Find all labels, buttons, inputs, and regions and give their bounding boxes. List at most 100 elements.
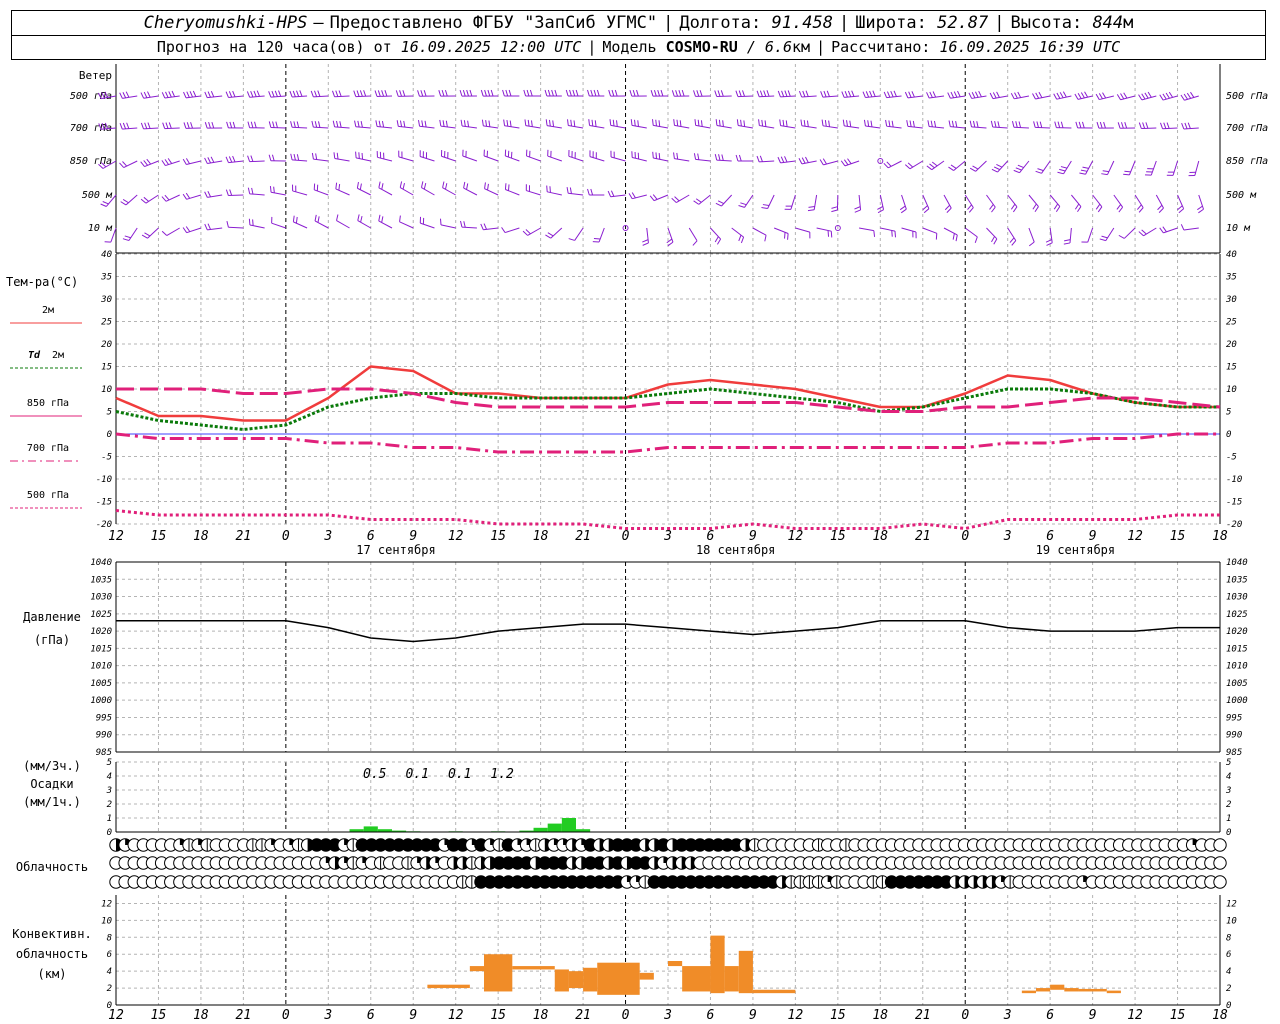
wind-barb-feather <box>122 161 128 167</box>
wind-barb-feather <box>1102 170 1109 173</box>
wind-barb-feather <box>250 155 254 162</box>
wind-barb-feather <box>247 155 251 162</box>
wind-barb-icon <box>986 227 998 240</box>
wind-barb-feather <box>955 234 958 242</box>
wind-barb-feather <box>950 164 957 169</box>
wind-barb-feather <box>161 196 167 202</box>
wind-barb-icon <box>752 227 767 236</box>
wind-barb-icon <box>598 227 605 243</box>
wind-barb-icon <box>790 194 796 210</box>
wind-barb-feather <box>190 122 194 129</box>
wind-barb-feather <box>1197 205 1203 211</box>
wind-barb-feather <box>185 158 190 165</box>
wind-barb-icon <box>1183 227 1199 231</box>
wind-barb-feather <box>124 235 131 239</box>
wind-barb-feather <box>784 232 786 239</box>
wind-barb-feather <box>357 120 360 128</box>
wind-barb-icon <box>1013 126 1029 129</box>
wind-barb-feather <box>185 226 191 232</box>
wind-barb-feather <box>356 90 360 97</box>
wind-barb-feather <box>718 119 721 127</box>
wind-barb-feather <box>847 158 852 165</box>
wind-barb-icon <box>249 193 265 196</box>
wind-barbs <box>97 89 1204 247</box>
wind-barb-feather <box>849 120 852 127</box>
wind-barb-icon <box>1070 194 1082 207</box>
wind-barb-feather <box>356 181 359 189</box>
wind-barb-feather <box>697 119 700 127</box>
wind-barb-feather <box>675 90 679 97</box>
wind-barb-icon <box>610 194 626 198</box>
wind-barb-feather <box>378 181 381 188</box>
wind-barb-feather <box>1015 167 1022 171</box>
wind-barb-icon <box>801 95 817 98</box>
pressure-tick-label-right: 1020 <box>1226 627 1248 637</box>
wind-barb-icon <box>975 160 987 172</box>
wind-barb-icon <box>813 194 818 210</box>
wind-barb-feather <box>273 186 275 193</box>
wind-barb-icon <box>483 125 499 129</box>
wind-barb-icon <box>653 124 669 129</box>
convective-tick-label: 6 <box>107 950 112 960</box>
wind-barb-icon <box>357 220 372 229</box>
time-tick-label-bottom: 15 <box>151 1008 167 1023</box>
wind-barb-feather <box>870 120 873 127</box>
wind-barb-feather <box>1077 206 1082 213</box>
precip-3h-label: 1.2 <box>490 767 514 782</box>
convective-tick-label: 12 <box>101 899 112 909</box>
wind-barb-feather <box>161 160 166 166</box>
wind-barb-feather <box>247 121 251 128</box>
wind-barb-icon <box>721 194 733 207</box>
wind-barb-feather <box>1124 170 1131 173</box>
pressure-tick-label: 990 <box>96 731 112 741</box>
precip-tick-label: 2 <box>107 800 112 810</box>
wind-barb-icon <box>1194 160 1200 176</box>
wind-barb-feather <box>1054 121 1057 128</box>
wind-barb-icon <box>780 95 796 98</box>
wind-barb-icon <box>1172 160 1179 176</box>
wind-barb-feather <box>764 235 767 242</box>
wind-barb-feather <box>762 204 770 207</box>
wind-barb-feather <box>208 121 211 129</box>
wind-barb-icon <box>795 227 810 233</box>
wind-barb-icon <box>1092 194 1103 208</box>
wind-barb-icon <box>228 95 244 98</box>
temp-tick-label: -15 <box>96 498 112 508</box>
wind-barb-feather <box>523 89 527 97</box>
convective-cloud-bar <box>484 954 513 992</box>
wind-barb-feather <box>225 91 229 98</box>
wind-barb-feather <box>587 89 590 97</box>
pressure-tick-label: 1015 <box>90 644 112 654</box>
wind-barb-feather <box>547 89 551 97</box>
pressure-title: Давление <box>23 610 81 624</box>
wind-barb-feather <box>693 200 700 205</box>
wind-barb-feather <box>883 162 889 169</box>
wind-barb-feather <box>292 215 295 222</box>
pressure-tick-label: 1040 <box>90 558 112 568</box>
wind-barb-icon <box>207 95 223 99</box>
wind-barb-feather <box>509 120 512 127</box>
wind-barb-feather <box>529 89 533 97</box>
wind-barb-feather <box>122 199 129 204</box>
wind-barb-feather <box>359 183 362 190</box>
wind-barb-feather <box>185 192 191 199</box>
wind-barb-feather <box>1157 204 1163 211</box>
time-tick-label: 9 <box>1089 529 1097 544</box>
wind-barb-feather <box>399 120 403 127</box>
wind-barb-feather <box>424 120 427 128</box>
wind-barb-icon <box>526 155 541 162</box>
wind-level-label-right: 700 гПа <box>1226 123 1268 134</box>
wind-barb-feather <box>1077 92 1082 99</box>
pressure-tick-label-right: 1005 <box>1226 679 1248 689</box>
time-tick-label-bottom: 0 <box>961 1008 969 1023</box>
wind-barb-feather <box>969 167 976 172</box>
wind-barb-feather <box>694 119 697 126</box>
wind-barb-feather <box>1080 92 1085 99</box>
wind-barb-feather <box>846 120 848 127</box>
wind-barb-feather <box>246 91 251 98</box>
wind-barb-feather <box>609 119 612 126</box>
wind-barb-feather <box>841 91 845 98</box>
wind-barb-feather <box>311 120 314 128</box>
wind-barb-feather <box>699 90 703 97</box>
temp-tick-label-right: 15 <box>1226 363 1237 373</box>
